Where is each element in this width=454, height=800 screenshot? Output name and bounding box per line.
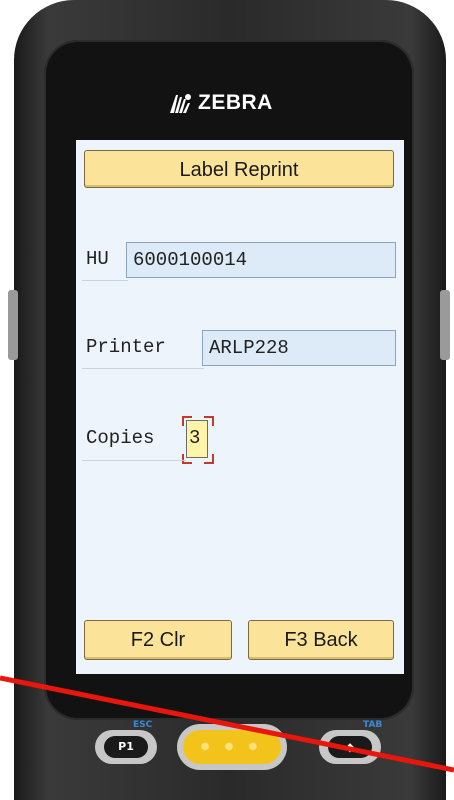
p1-key[interactable]: P1 bbox=[95, 730, 157, 764]
focus-bracket-bl bbox=[182, 454, 192, 464]
zebra-logo: ZEBRA bbox=[166, 88, 273, 118]
focus-bracket-br bbox=[204, 454, 214, 464]
tab-key-label: TAB bbox=[363, 720, 383, 730]
hu-label-underline bbox=[82, 280, 128, 281]
left-side-button[interactable] bbox=[8, 290, 18, 360]
focus-bracket-tr bbox=[204, 416, 214, 426]
label-reprint-title-button[interactable]: Label Reprint bbox=[84, 150, 394, 188]
tab-key[interactable]: ◆ bbox=[319, 730, 381, 764]
copies-label: Copies bbox=[86, 427, 155, 449]
printer-input[interactable]: ARLP228 bbox=[202, 330, 396, 366]
f3-back-button[interactable]: F3 Back bbox=[248, 620, 394, 660]
hu-label: HU bbox=[86, 248, 109, 270]
app-screen: Label Reprint HU 6000100014 Printer ARLP… bbox=[76, 140, 404, 674]
printer-label: Printer bbox=[86, 336, 166, 358]
esc-key-label: ESC bbox=[133, 720, 153, 730]
focus-bracket-tl bbox=[182, 416, 192, 426]
p1-key-label: P1 bbox=[104, 736, 148, 758]
diamond-icon: ◆ bbox=[328, 736, 372, 758]
right-side-button[interactable] bbox=[440, 290, 450, 360]
brand-name: ZEBRA bbox=[198, 91, 273, 114]
scan-trigger-dots: ● ● ● bbox=[183, 730, 281, 764]
f2-clear-button[interactable]: F2 Clr bbox=[84, 620, 232, 660]
hu-input[interactable]: 6000100014 bbox=[126, 242, 396, 278]
hardware-keypad: ESC P1 ● ● ● TAB ◆ bbox=[95, 720, 395, 776]
zebra-head-icon bbox=[170, 94, 191, 113]
copies-label-underline bbox=[82, 460, 186, 461]
scan-trigger-key[interactable]: ● ● ● bbox=[177, 724, 287, 770]
printer-label-underline bbox=[82, 368, 204, 369]
